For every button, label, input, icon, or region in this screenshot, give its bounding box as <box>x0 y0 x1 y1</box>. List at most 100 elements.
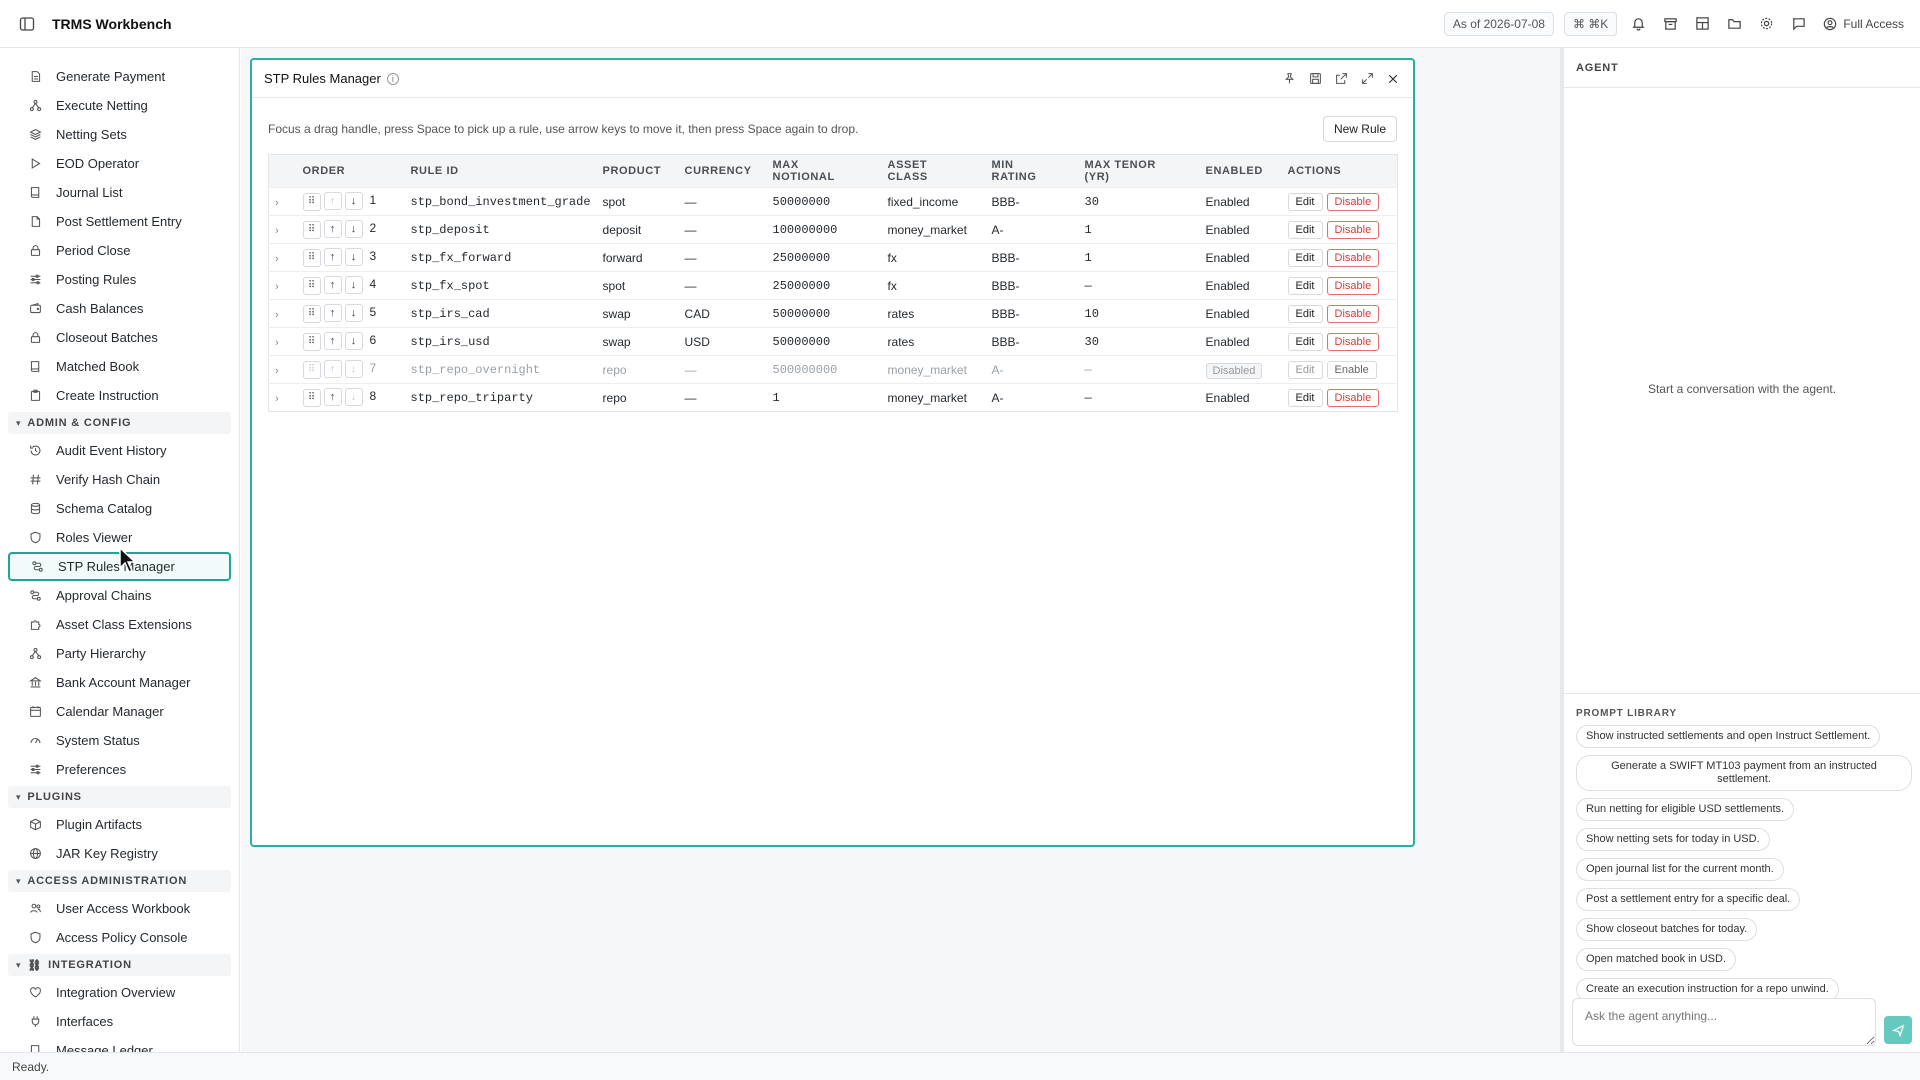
gear-icon[interactable] <box>1755 13 1777 35</box>
chevron-right-icon[interactable]: › <box>275 309 279 321</box>
as-of-date[interactable]: As of 2026-07-08 <box>1443 11 1554 36</box>
move-down-icon[interactable]: ↓ <box>344 332 363 351</box>
prompt-chip[interactable]: Show netting sets for today in USD. <box>1576 828 1770 851</box>
edit-button[interactable]: Edit <box>1287 332 1323 351</box>
section-plugins[interactable]: ▾ PLUGINS <box>8 786 231 808</box>
table-row[interactable]: › ⠿ ↑ ↓ 8 stp_repo_triparty repo —1 money_market… <box>268 383 1398 412</box>
move-up-icon[interactable]: ↑ <box>323 332 342 351</box>
col-rule-id[interactable]: RULE ID <box>404 154 597 188</box>
edit-button[interactable]: Edit <box>1287 276 1323 295</box>
agent-input[interactable] <box>1572 998 1877 1046</box>
bell-icon[interactable] <box>1627 13 1649 35</box>
edit-button[interactable]: Edit <box>1287 360 1323 379</box>
sidebar-item-asset-class-extensions[interactable]: Asset Class Extensions <box>8 610 231 639</box>
move-up-icon[interactable]: ↑ <box>323 360 342 379</box>
sidebar-item-verify-hash-chain[interactable]: Verify Hash Chain <box>8 465 231 494</box>
sidebar-item-create-instruction[interactable]: Create Instruction <box>8 381 231 410</box>
drag-handle-icon[interactable]: ⠿ <box>302 360 321 379</box>
sidebar-item-bank-account-manager[interactable]: Bank Account Manager <box>8 668 231 697</box>
chevron-right-icon[interactable]: › <box>275 225 279 237</box>
col-min-rating[interactable]: MIN RATING <box>985 154 1079 188</box>
disable-button[interactable]: Disable <box>1326 304 1380 323</box>
edit-button[interactable]: Edit <box>1287 388 1323 407</box>
sidebar-item-message-ledger[interactable]: Message Ledger <box>8 1036 231 1052</box>
sidebar-item-eod-operator[interactable]: EOD Operator <box>8 149 231 178</box>
drag-handle-icon[interactable]: ⠿ <box>302 276 321 295</box>
prompt-chip[interactable]: Show instructed settlements and open Ins… <box>1576 725 1881 748</box>
disable-button[interactable]: Disable <box>1326 192 1380 211</box>
disable-button[interactable]: Disable <box>1326 276 1380 295</box>
sidebar-item-audit-event-history[interactable]: Audit Event History <box>8 436 231 465</box>
sidebar-item-interfaces[interactable]: Interfaces <box>8 1007 231 1036</box>
sidebar-item-schema-catalog[interactable]: Schema Catalog <box>8 494 231 523</box>
chevron-right-icon[interactable]: › <box>275 337 279 349</box>
sidebar-item-netting-sets[interactable]: Netting Sets <box>8 120 231 149</box>
chevron-right-icon[interactable]: › <box>275 393 279 405</box>
edit-button[interactable]: Edit <box>1287 248 1323 267</box>
drag-handle-icon[interactable]: ⠿ <box>302 220 321 239</box>
table-row[interactable]: › ⠿ ↑ ↓ 6 stp_irs_usd swap USD 50000000 rates BBB-… <box>268 327 1398 356</box>
sidebar-item-calendar-manager[interactable]: Calendar Manager <box>8 697 231 726</box>
prompt-chip[interactable]: Generate a SWIFT MT103 payment from an i… <box>1576 755 1912 791</box>
chevron-right-icon[interactable]: › <box>275 365 279 377</box>
expand-icon[interactable] <box>1359 71 1375 87</box>
command-palette-button[interactable]: ⌘ ⌘K <box>1563 11 1618 36</box>
move-down-icon[interactable]: ↓ <box>344 248 363 267</box>
edit-button[interactable]: Edit <box>1287 220 1323 239</box>
move-down-icon[interactable]: ↓ <box>344 360 363 379</box>
sidebar-item-period-close[interactable]: Period Close <box>8 236 231 265</box>
col-enabled[interactable]: ENABLED <box>1199 154 1282 188</box>
move-up-icon[interactable]: ↑ <box>323 304 342 323</box>
sidebar-item-execute-netting[interactable]: Execute Netting <box>8 91 231 120</box>
sidebar-item-integration-overview[interactable]: Integration Overview <box>8 978 231 1007</box>
table-row[interactable]: › ⠿ ↑ ↓ 3 stp_fx_forward forward —25000000 fx BBB… <box>268 243 1398 272</box>
move-up-icon[interactable]: ↑ <box>323 248 342 267</box>
sidebar-item-jar-key-registry[interactable]: JAR Key Registry <box>8 839 231 868</box>
table-row[interactable]: › ⠿ ↑ ↓ 1 stp_bond_investment_grade spot —50000… <box>268 187 1398 216</box>
move-down-icon[interactable]: ↓ <box>344 276 363 295</box>
move-up-icon[interactable]: ↑ <box>323 276 342 295</box>
drag-handle-icon[interactable]: ⠿ <box>302 192 321 211</box>
col-currency[interactable]: CURRENCY <box>678 154 767 188</box>
edit-button[interactable]: Edit <box>1287 304 1323 323</box>
sidebar-item-approval-chains[interactable]: Approval Chains <box>8 581 231 610</box>
table-row[interactable]: › ⠿ ↑ ↓ 7 stp_repo_overnight repo —500000000 mon… <box>268 355 1398 384</box>
disable-button[interactable]: Disable <box>1326 332 1380 351</box>
col-product[interactable]: PRODUCT <box>596 154 679 188</box>
new-rule-button[interactable]: New Rule <box>1322 116 1397 142</box>
send-icon[interactable] <box>1884 1016 1912 1044</box>
section-admin-config[interactable]: ▾ ADMIN & CONFIG <box>8 412 231 434</box>
sidebar-item-plugin-artifacts[interactable]: Plugin Artifacts <box>8 810 231 839</box>
sidebar-item-preferences[interactable]: Preferences <box>8 755 231 784</box>
drag-handle-icon[interactable]: ⠿ <box>302 304 321 323</box>
prompt-chip[interactable]: Post a settlement entry for a specific d… <box>1576 888 1801 911</box>
sidebar-item-user-access-workbook[interactable]: User Access Workbook <box>8 894 231 923</box>
layout-icon[interactable] <box>1691 13 1713 35</box>
sidebar-item-closeout-batches[interactable]: Closeout Batches <box>8 323 231 352</box>
move-up-icon[interactable]: ↑ <box>323 388 342 407</box>
save-icon[interactable] <box>1307 71 1323 87</box>
sidebar-item-post-settlement-entry[interactable]: Post Settlement Entry <box>8 207 231 236</box>
disable-button[interactable]: Disable <box>1326 388 1380 407</box>
chevron-right-icon[interactable]: › <box>275 197 279 209</box>
col-max-notional[interactable]: MAX NOTIONAL <box>766 154 882 188</box>
move-down-icon[interactable]: ↓ <box>344 388 363 407</box>
sidebar-item-party-hierarchy[interactable]: Party Hierarchy <box>8 639 231 668</box>
folder-icon[interactable] <box>1723 13 1745 35</box>
prompt-chip[interactable]: Open journal list for the current month. <box>1576 858 1784 881</box>
table-row[interactable]: › ⠿ ↑ ↓ 5 stp_irs_cad swap CAD 50000000 rates BBB-… <box>268 299 1398 328</box>
disable-button[interactable]: Disable <box>1326 248 1380 267</box>
section-integration[interactable]: ▾ ⛓ INTEGRATION <box>8 954 231 976</box>
col-order[interactable]: ORDER <box>296 154 405 188</box>
chevron-right-icon[interactable]: › <box>275 281 279 293</box>
drag-handle-icon[interactable]: ⠿ <box>302 332 321 351</box>
access-level[interactable]: Full Access <box>1823 17 1904 31</box>
external-link-icon[interactable] <box>1333 71 1349 87</box>
move-down-icon[interactable]: ↓ <box>344 220 363 239</box>
section-access-administration[interactable]: ▾ ACCESS ADMINISTRATION <box>8 870 231 892</box>
sidebar-item-system-status[interactable]: System Status <box>8 726 231 755</box>
sidebar-item-journal-list[interactable]: Journal List <box>8 178 231 207</box>
sidebar-item-matched-book[interactable]: Matched Book <box>8 352 231 381</box>
prompt-chip[interactable]: Run netting for eligible USD settlements… <box>1576 798 1795 821</box>
sidebar-item-cash-balances[interactable]: Cash Balances <box>8 294 231 323</box>
